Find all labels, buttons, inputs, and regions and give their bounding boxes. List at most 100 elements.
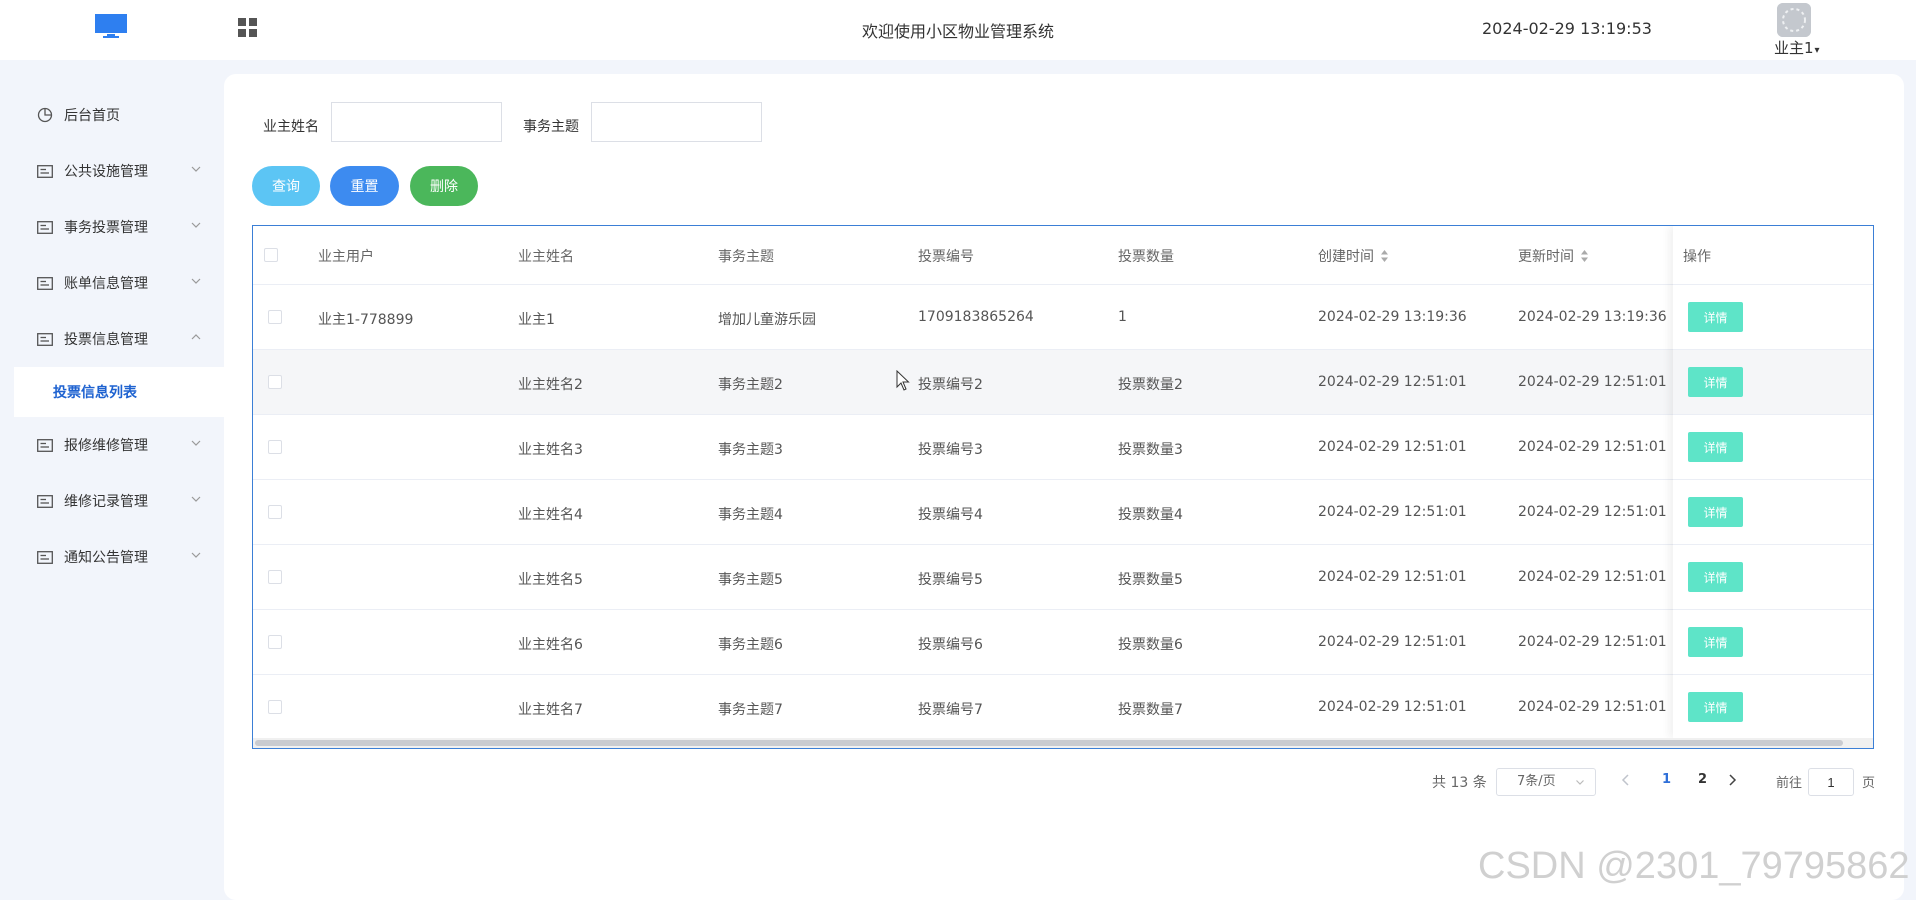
cell-vote-no: 投票编号4 xyxy=(918,507,983,523)
detail-button[interactable]: 详情 xyxy=(1688,497,1743,527)
detail-button[interactable]: 详情 xyxy=(1688,367,1743,397)
cell-owner-name: 业主姓名2 xyxy=(518,377,583,393)
cell-vote-no: 1709183865264 xyxy=(918,309,1034,325)
col-created-time[interactable]: 创建时间 xyxy=(1318,246,1389,266)
row-checkbox[interactable] xyxy=(268,570,282,584)
sidebar-item-label: 维修记录管理 xyxy=(64,494,148,510)
detail-button[interactable]: 详情 xyxy=(1688,627,1743,657)
col-owner-user: 业主用户 xyxy=(318,249,374,265)
sidebar-item-affairs-voting[interactable]: 事务投票管理 xyxy=(14,202,224,252)
sidebar-item-bills[interactable]: 账单信息管理 xyxy=(14,258,224,308)
detail-button[interactable]: 详情 xyxy=(1688,562,1743,592)
card-icon xyxy=(36,330,54,348)
scrollbar-thumb[interactable] xyxy=(255,740,1843,746)
table-row: 业主姓名3 事务主题3 投票编号3 投票数量3 2024-02-29 12:51… xyxy=(253,415,1873,480)
cell-topic: 事务主题6 xyxy=(718,637,783,653)
sidebar-item-dashboard[interactable]: 后台首页 xyxy=(14,90,224,140)
cell-updated-time: 2024-02-29 12:51:01 xyxy=(1518,569,1667,585)
col-topic: 事务主题 xyxy=(718,249,774,265)
main-panel: 业主姓名 事务主题 查询 重置 删除 业主用户 业主姓名 事务主题 投票编号 投… xyxy=(224,74,1904,900)
detail-button[interactable]: 详情 xyxy=(1688,692,1743,722)
operation-cell: 详情 xyxy=(1673,350,1873,415)
chevron-down-icon xyxy=(1576,780,1584,785)
cell-topic: 事务主题4 xyxy=(718,507,783,523)
page-number-2[interactable]: 2 xyxy=(1698,772,1707,787)
table-header: 业主用户 业主姓名 事务主题 投票编号 投票数量 创建时间 更新时间 xyxy=(253,226,1873,285)
cell-created-time: 2024-02-29 13:19:36 xyxy=(1318,309,1467,325)
cell-owner-user: 业主1-778899 xyxy=(318,312,414,328)
cell-topic: 事务主题3 xyxy=(718,442,783,458)
col-operation: 操作 xyxy=(1683,249,1711,265)
row-checkbox[interactable] xyxy=(268,505,282,519)
user-name-label: 业主1 xyxy=(1774,39,1814,57)
page-size-select[interactable]: 7条/页 xyxy=(1496,768,1596,796)
cell-owner-name: 业主姓名5 xyxy=(518,572,583,588)
operation-cell: 详情 xyxy=(1673,610,1873,675)
chevron-down-icon xyxy=(191,278,201,284)
col-updated-time[interactable]: 更新时间 xyxy=(1518,246,1589,266)
query-button[interactable]: 查询 xyxy=(252,166,320,206)
cell-created-time: 2024-02-29 12:51:01 xyxy=(1318,634,1467,650)
cell-updated-time: 2024-02-29 12:51:01 xyxy=(1518,374,1667,390)
cell-vote-count: 投票数量4 xyxy=(1118,507,1183,523)
cell-created-time: 2024-02-29 12:51:01 xyxy=(1318,439,1467,455)
card-icon xyxy=(36,274,54,292)
submenu-vote-info-list[interactable]: 投票信息列表 xyxy=(14,367,224,417)
sidebar-item-label: 报修维修管理 xyxy=(64,438,148,454)
card-icon xyxy=(36,218,54,236)
sidebar-item-repairs[interactable]: 报修维修管理 xyxy=(14,420,224,470)
prev-page-icon[interactable] xyxy=(1618,772,1634,788)
sidebar-item-facilities[interactable]: 公共设施管理 xyxy=(14,146,224,196)
row-checkbox[interactable] xyxy=(268,310,282,324)
row-checkbox[interactable] xyxy=(268,375,282,389)
cell-vote-count: 投票数量2 xyxy=(1118,377,1183,393)
col-owner-name: 业主姓名 xyxy=(518,249,574,265)
sort-icon[interactable] xyxy=(1380,249,1389,263)
sidebar-item-vote-info[interactable]: 投票信息管理 xyxy=(14,314,224,364)
watermark: CSDN @2301_79795862 xyxy=(1478,845,1910,887)
table-row: 业主姓名7 事务主题7 投票编号7 投票数量7 2024-02-29 12:51… xyxy=(253,675,1873,740)
sidebar-item-label: 事务投票管理 xyxy=(64,220,148,236)
sidebar: 后台首页 公共设施管理 事务投票管理 账单信息管理 投票信息管理 投票信息列表 xyxy=(0,60,224,900)
user-menu[interactable]: 业主1▾ xyxy=(1774,37,1820,58)
goto-page-input[interactable] xyxy=(1808,768,1854,796)
next-page-icon[interactable] xyxy=(1724,772,1740,788)
grid-menu-icon[interactable] xyxy=(237,17,259,39)
col-vote-count: 投票数量 xyxy=(1118,249,1174,265)
current-datetime: 2024-02-29 13:19:53 xyxy=(1482,19,1652,38)
cell-vote-count: 投票数量6 xyxy=(1118,637,1183,653)
detail-button[interactable]: 详情 xyxy=(1688,432,1743,462)
avatar[interactable] xyxy=(1777,3,1811,37)
owner-name-input[interactable] xyxy=(331,102,502,142)
table-row: 业主姓名4 事务主题4 投票编号4 投票数量4 2024-02-29 12:51… xyxy=(253,480,1873,545)
row-checkbox[interactable] xyxy=(268,440,282,454)
cell-owner-name: 业主姓名4 xyxy=(518,507,583,523)
cell-updated-time: 2024-02-29 12:51:01 xyxy=(1518,504,1667,520)
cell-vote-no: 投票编号6 xyxy=(918,637,983,653)
page-size-value: 7条/页 xyxy=(1517,774,1556,789)
chevron-down-icon xyxy=(191,552,201,558)
chevron-down-icon: ▾ xyxy=(1814,45,1820,56)
reset-button[interactable]: 重置 xyxy=(330,166,399,206)
vote-table: 业主用户 业主姓名 事务主题 投票编号 投票数量 创建时间 更新时间 业主1-7… xyxy=(252,225,1874,749)
cell-vote-count: 投票数量7 xyxy=(1118,702,1183,718)
detail-button[interactable]: 详情 xyxy=(1688,302,1743,332)
topic-input[interactable] xyxy=(591,102,762,142)
row-checkbox[interactable] xyxy=(268,700,282,714)
sidebar-item-repair-records[interactable]: 维修记录管理 xyxy=(14,476,224,526)
col-vote-no: 投票编号 xyxy=(918,249,974,265)
cell-vote-no: 投票编号7 xyxy=(918,702,983,718)
row-checkbox[interactable] xyxy=(268,635,282,649)
table-row: 业主姓名6 事务主题6 投票编号6 投票数量6 2024-02-29 12:51… xyxy=(253,610,1873,675)
page-number-1[interactable]: 1 xyxy=(1662,772,1671,787)
cell-owner-name: 业主姓名7 xyxy=(518,702,583,718)
chevron-down-icon xyxy=(191,222,201,228)
cell-updated-time: 2024-02-29 12:51:01 xyxy=(1518,634,1667,650)
sidebar-item-notices[interactable]: 通知公告管理 xyxy=(14,532,224,582)
select-all-checkbox[interactable] xyxy=(264,248,278,262)
horizontal-scrollbar[interactable] xyxy=(253,738,1873,748)
delete-button[interactable]: 删除 xyxy=(410,166,478,206)
avatar-image-icon xyxy=(1777,3,1811,37)
cell-topic: 事务主题5 xyxy=(718,572,783,588)
sort-icon[interactable] xyxy=(1580,249,1589,263)
